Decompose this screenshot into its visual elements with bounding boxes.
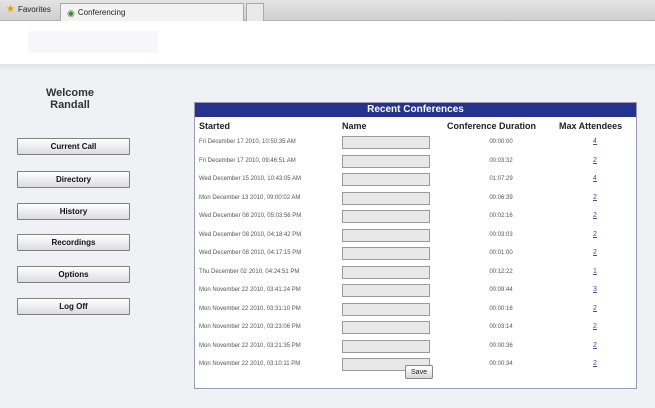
started-cell: Mon November 22 2010, 03:21:35 PM	[199, 342, 301, 349]
duration-cell: 00:12:22	[489, 268, 513, 275]
table-row: Thu December 02 2010, 04:24:51 PM 00:12:2…	[195, 264, 636, 283]
started-cell: Thu December 02 2010, 04:24:51 PM	[199, 268, 300, 275]
header-divider	[0, 64, 655, 70]
attendees-link[interactable]: 2	[575, 342, 615, 349]
log-off-button[interactable]: Log Off	[17, 298, 130, 315]
attendees-link[interactable]: 2	[575, 360, 615, 367]
table-row: Wed December 08 2010, 04:18:42 PM 00:03:0…	[195, 227, 636, 246]
started-cell: Mon November 22 2010, 03:41:24 PM	[199, 287, 301, 293]
attendees-link[interactable]: 4	[575, 175, 615, 182]
table-row: Mon November 22 2010, 03:21:35 PM 00:00:3…	[195, 338, 636, 357]
new-tab-button[interactable]	[246, 3, 264, 21]
table-row: Mon December 13 2010, 09:00:02 AM 00:06:3…	[195, 190, 636, 209]
duration-cell: 00:00:16	[489, 305, 513, 312]
table-row: Wed December 08 2010, 04:17:15 PM 00:01:0…	[195, 245, 636, 264]
started-cell: Mon November 22 2010, 03:23:06 PM	[199, 324, 301, 330]
started-cell: Wed December 15 2010, 10:43:05 AM	[199, 176, 301, 182]
table-row: Wed December 15 2010, 10:43:05 AM 01:07:2…	[195, 171, 636, 190]
tab-conferencing-label: Conferencing	[77, 7, 126, 17]
globe-icon: ◉	[67, 7, 75, 18]
duration-cell: 00:02:16	[489, 213, 513, 219]
logo	[28, 31, 158, 53]
started-cell: Mon November 22 2010, 03:10:11 PM	[199, 361, 301, 367]
directory-button[interactable]: Directory	[17, 171, 130, 188]
column-header-name: Name	[342, 121, 367, 131]
welcome-message: Welcome Randall	[30, 87, 110, 111]
duration-cell: 00:06:39	[489, 194, 513, 201]
recordings-button[interactable]: Recordings	[17, 234, 130, 251]
current-call-button[interactable]: Current Call	[17, 138, 130, 155]
attendees-link[interactable]: 4	[575, 138, 615, 145]
conference-name-input[interactable]	[342, 210, 430, 223]
browser-tab-bar: ★ Favorites ◉ Conferencing	[0, 0, 655, 21]
column-header-started: Started	[199, 121, 231, 131]
panel-title: Recent Conferences	[195, 103, 636, 117]
conference-name-input[interactable]	[342, 339, 430, 353]
attendees-link[interactable]: 2	[575, 157, 615, 164]
save-button[interactable]: Save	[405, 365, 433, 379]
duration-cell: 00:00:36	[489, 342, 513, 349]
duration-cell: 00:03:14	[489, 324, 513, 330]
table-row: Wed December 08 2010, 05:03:56 PM 00:02:1…	[195, 208, 636, 227]
attendees-link[interactable]: 2	[575, 305, 615, 312]
recent-conferences-panel: Recent Conferences Started Name Conferen…	[194, 102, 637, 389]
attendees-link[interactable]: 2	[575, 231, 615, 238]
conference-name-input[interactable]	[342, 154, 430, 168]
duration-cell: 00:00:34	[489, 361, 513, 367]
attendees-link[interactable]: 2	[575, 212, 615, 219]
star-icon: ★	[6, 4, 15, 15]
conference-name-input[interactable]	[342, 228, 430, 242]
column-header-attendees: Max Attendees	[559, 121, 623, 131]
attendees-link[interactable]: 1	[575, 268, 615, 275]
table-row: Fri December 17 2010, 09:46:51 AM 00:03:3…	[195, 153, 636, 172]
duration-cell: 00:03:32	[489, 157, 513, 164]
user-name: Randall	[50, 99, 90, 111]
attendees-link[interactable]: 2	[575, 249, 615, 256]
started-cell: Wed December 08 2010, 04:17:15 PM	[199, 250, 302, 256]
table-row: Mon November 22 2010, 03:23:06 PM 00:03:1…	[195, 319, 636, 338]
duration-cell: 00:01:00	[489, 250, 513, 256]
favorites-tab[interactable]: ★ Favorites	[0, 2, 64, 18]
duration-cell: 00:09:44	[489, 287, 513, 293]
history-button[interactable]: History	[17, 203, 130, 220]
conference-name-input[interactable]	[342, 284, 430, 297]
options-button[interactable]: Options	[17, 266, 130, 283]
conference-name-input[interactable]	[342, 302, 430, 316]
started-cell: Mon November 22 2010, 03:31:10 PM	[199, 305, 301, 312]
conference-name-input[interactable]	[342, 321, 430, 334]
conference-name-input[interactable]	[342, 173, 430, 186]
attendees-link[interactable]: 2	[575, 323, 615, 330]
duration-cell: 00:00:00	[489, 139, 513, 145]
favorites-label: Favorites	[17, 5, 51, 14]
conference-name-input[interactable]	[342, 136, 430, 149]
started-cell: Fri December 17 2010, 09:46:51 AM	[199, 157, 296, 164]
duration-cell: 01:07:29	[489, 176, 513, 182]
page-header	[0, 21, 655, 64]
started-cell: Fri December 17 2010, 10:50:35 AM	[199, 139, 296, 145]
column-header-duration: Conference Duration	[447, 121, 537, 131]
attendees-link[interactable]: 3	[575, 286, 615, 293]
table-row: Mon November 22 2010, 03:41:24 PM 00:09:4…	[195, 282, 636, 301]
welcome-text: Welcome	[45, 87, 95, 99]
conference-name-input[interactable]	[342, 265, 430, 279]
started-cell: Mon December 13 2010, 09:00:02 AM	[199, 194, 301, 201]
table-row: Mon November 22 2010, 03:31:10 PM 00:00:1…	[195, 301, 636, 320]
started-cell: Wed December 08 2010, 05:03:56 PM	[199, 213, 302, 219]
conference-name-input[interactable]	[342, 191, 430, 205]
attendees-link[interactable]: 2	[575, 194, 615, 201]
started-cell: Wed December 08 2010, 04:18:42 PM	[199, 231, 302, 238]
conference-name-input[interactable]	[342, 247, 430, 260]
duration-cell: 00:03:03	[489, 231, 513, 238]
table-row: Fri December 17 2010, 10:50:35 AM 00:00:0…	[195, 134, 636, 153]
tab-conferencing[interactable]: ◉ Conferencing	[60, 3, 244, 21]
